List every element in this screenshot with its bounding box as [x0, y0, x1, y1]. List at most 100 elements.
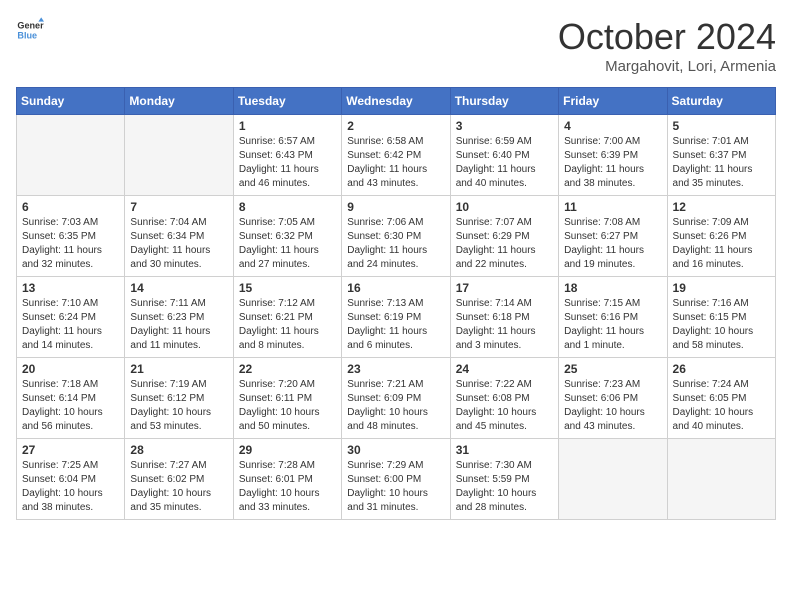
cell-content: Sunrise: 7:15 AM Sunset: 6:16 PM Dayligh… — [564, 297, 661, 353]
cell-content: Sunrise: 7:14 AM Sunset: 6:18 PM Dayligh… — [456, 297, 553, 353]
cell-content: Sunrise: 7:12 AM Sunset: 6:21 PM Dayligh… — [239, 297, 336, 353]
calendar-cell: 3Sunrise: 6:59 AM Sunset: 6:40 PM Daylig… — [450, 115, 558, 196]
day-header-wednesday: Wednesday — [342, 88, 450, 115]
day-number: 13 — [22, 281, 119, 295]
cell-content: Sunrise: 7:16 AM Sunset: 6:15 PM Dayligh… — [673, 297, 770, 353]
day-header-sunday: Sunday — [17, 88, 125, 115]
calendar-cell: 24Sunrise: 7:22 AM Sunset: 6:08 PM Dayli… — [450, 358, 558, 439]
day-number: 14 — [130, 281, 227, 295]
month-title: October 2024 — [558, 16, 776, 58]
calendar-cell: 25 Sunrise: 7:23 AM Sunset: 6:06 PM Dayli… — [559, 358, 667, 439]
calendar-cell — [125, 115, 233, 196]
cell-content: Sunrise: 7:21 AM Sunset: 6:09 PM Dayligh… — [347, 378, 444, 434]
calendar-cell: 13 Sunrise: 7:10 AM Sunset: 6:24 PM Dayli… — [17, 277, 125, 358]
calendar-cell: 19 Sunrise: 7:16 AM Sunset: 6:15 PM Dayli… — [667, 277, 775, 358]
calendar-cell: 18 Sunrise: 7:15 AM Sunset: 6:16 PM Dayli… — [559, 277, 667, 358]
page-header: General Blue October 2024 Margahovit, Lo… — [16, 16, 776, 75]
day-number: 12 — [673, 200, 770, 214]
calendar-cell: 31 Sunrise: 7:30 AM Sunset: 5:59 PM Dayli… — [450, 439, 558, 520]
calendar-cell: 30 Sunrise: 7:29 AM Sunset: 6:00 PM Dayli… — [342, 439, 450, 520]
calendar-cell: 1 Sunrise: 6:57 AM Sunset: 6:43 PM Daylig… — [233, 115, 341, 196]
day-number: 5 — [673, 119, 770, 133]
day-number: 27 — [22, 443, 119, 457]
cell-content: Sunrise: 7:20 AM Sunset: 6:11 PM Dayligh… — [239, 378, 336, 434]
cell-content: Sunrise: 7:29 AM Sunset: 6:00 PM Dayligh… — [347, 459, 444, 515]
day-number: 15 — [239, 281, 336, 295]
calendar-cell — [667, 439, 775, 520]
day-number: 18 — [564, 281, 661, 295]
cell-content: Sunrise: 7:06 AM Sunset: 6:30 PM Dayligh… — [347, 216, 444, 272]
day-number: 6 — [22, 200, 119, 214]
day-number: 25 — [564, 362, 661, 376]
location-subtitle: Margahovit, Lori, Armenia — [558, 58, 776, 75]
cell-content: Sunrise: 7:03 AM Sunset: 6:35 PM Dayligh… — [22, 216, 119, 272]
week-row-4: 20 Sunrise: 7:18 AM Sunset: 6:14 PM Dayli… — [17, 358, 776, 439]
cell-content: Sunrise: 7:00 AM Sunset: 6:39 PM Dayligh… — [564, 135, 661, 191]
day-number: 30 — [347, 443, 444, 457]
day-number: 20 — [22, 362, 119, 376]
week-row-5: 27 Sunrise: 7:25 AM Sunset: 6:04 PM Dayli… — [17, 439, 776, 520]
calendar-cell: 23Sunrise: 7:21 AM Sunset: 6:09 PM Dayli… — [342, 358, 450, 439]
cell-content: Sunrise: 7:10 AM Sunset: 6:24 PM Dayligh… — [22, 297, 119, 353]
calendar-cell: 5 Sunrise: 7:01 AM Sunset: 6:37 PM Daylig… — [667, 115, 775, 196]
cell-content: Sunrise: 7:23 AM Sunset: 6:06 PM Dayligh… — [564, 378, 661, 434]
cell-content: Sunrise: 6:57 AM Sunset: 6:43 PM Dayligh… — [239, 135, 336, 191]
day-number: 31 — [456, 443, 553, 457]
day-number: 3 — [456, 119, 553, 133]
calendar-cell: 28Sunrise: 7:27 AM Sunset: 6:02 PM Dayli… — [125, 439, 233, 520]
day-number: 1 — [239, 119, 336, 133]
calendar-cell: 9 Sunrise: 7:06 AM Sunset: 6:30 PM Daylig… — [342, 196, 450, 277]
calendar-cell — [559, 439, 667, 520]
calendar-cell: 10 Sunrise: 7:07 AM Sunset: 6:29 PM Dayli… — [450, 196, 558, 277]
day-number: 17 — [456, 281, 553, 295]
day-number: 24 — [456, 362, 553, 376]
calendar-cell: 17 Sunrise: 7:14 AM Sunset: 6:18 PM Dayli… — [450, 277, 558, 358]
cell-content: Sunrise: 7:01 AM Sunset: 6:37 PM Dayligh… — [673, 135, 770, 191]
calendar-cell: 6 Sunrise: 7:03 AM Sunset: 6:35 PM Daylig… — [17, 196, 125, 277]
calendar-cell: 2 Sunrise: 6:58 AM Sunset: 6:42 PM Daylig… — [342, 115, 450, 196]
cell-content: Sunrise: 7:04 AM Sunset: 6:34 PM Dayligh… — [130, 216, 227, 272]
cell-content: Sunrise: 7:27 AM Sunset: 6:02 PM Dayligh… — [130, 459, 227, 515]
cell-content: Sunrise: 7:19 AM Sunset: 6:12 PM Dayligh… — [130, 378, 227, 434]
day-header-tuesday: Tuesday — [233, 88, 341, 115]
cell-content: Sunrise: 7:25 AM Sunset: 6:04 PM Dayligh… — [22, 459, 119, 515]
day-header-friday: Friday — [559, 88, 667, 115]
week-row-1: 1 Sunrise: 6:57 AM Sunset: 6:43 PM Daylig… — [17, 115, 776, 196]
svg-text:General: General — [17, 21, 44, 31]
cell-content: Sunrise: 7:05 AM Sunset: 6:32 PM Dayligh… — [239, 216, 336, 272]
cell-content: Sunrise: 7:18 AM Sunset: 6:14 PM Dayligh… — [22, 378, 119, 434]
calendar-cell: 26 Sunrise: 7:24 AM Sunset: 6:05 PM Dayli… — [667, 358, 775, 439]
cell-content: Sunrise: 7:30 AM Sunset: 5:59 PM Dayligh… — [456, 459, 553, 515]
cell-content: Sunrise: 7:09 AM Sunset: 6:26 PM Dayligh… — [673, 216, 770, 272]
cell-content: Sunrise: 7:24 AM Sunset: 6:05 PM Dayligh… — [673, 378, 770, 434]
calendar-cell: 14Sunrise: 7:11 AM Sunset: 6:23 PM Dayli… — [125, 277, 233, 358]
cell-content: Sunrise: 6:58 AM Sunset: 6:42 PM Dayligh… — [347, 135, 444, 191]
cell-content: Sunrise: 7:28 AM Sunset: 6:01 PM Dayligh… — [239, 459, 336, 515]
day-number: 29 — [239, 443, 336, 457]
logo: General Blue — [16, 16, 44, 44]
cell-content: Sunrise: 7:07 AM Sunset: 6:29 PM Dayligh… — [456, 216, 553, 272]
calendar-cell: 16Sunrise: 7:13 AM Sunset: 6:19 PM Dayli… — [342, 277, 450, 358]
day-number: 2 — [347, 119, 444, 133]
day-number: 9 — [347, 200, 444, 214]
cell-content: Sunrise: 7:08 AM Sunset: 6:27 PM Dayligh… — [564, 216, 661, 272]
day-header-saturday: Saturday — [667, 88, 775, 115]
calendar-cell: 20 Sunrise: 7:18 AM Sunset: 6:14 PM Dayli… — [17, 358, 125, 439]
day-header-thursday: Thursday — [450, 88, 558, 115]
day-number: 10 — [456, 200, 553, 214]
calendar-cell: 4 Sunrise: 7:00 AM Sunset: 6:39 PM Daylig… — [559, 115, 667, 196]
day-number: 19 — [673, 281, 770, 295]
calendar-cell: 21Sunrise: 7:19 AM Sunset: 6:12 PM Dayli… — [125, 358, 233, 439]
title-block: October 2024 Margahovit, Lori, Armenia — [558, 16, 776, 75]
calendar-cell: 7Sunrise: 7:04 AM Sunset: 6:34 PM Daylig… — [125, 196, 233, 277]
week-row-2: 6 Sunrise: 7:03 AM Sunset: 6:35 PM Daylig… — [17, 196, 776, 277]
day-number: 4 — [564, 119, 661, 133]
day-number: 26 — [673, 362, 770, 376]
svg-text:Blue: Blue — [17, 30, 37, 40]
day-header-monday: Monday — [125, 88, 233, 115]
calendar-cell: 11Sunrise: 7:08 AM Sunset: 6:27 PM Dayli… — [559, 196, 667, 277]
day-number: 8 — [239, 200, 336, 214]
header-row: SundayMondayTuesdayWednesdayThursdayFrid… — [17, 88, 776, 115]
calendar-cell: 27 Sunrise: 7:25 AM Sunset: 6:04 PM Dayli… — [17, 439, 125, 520]
calendar-cell: 29 Sunrise: 7:28 AM Sunset: 6:01 PM Dayli… — [233, 439, 341, 520]
